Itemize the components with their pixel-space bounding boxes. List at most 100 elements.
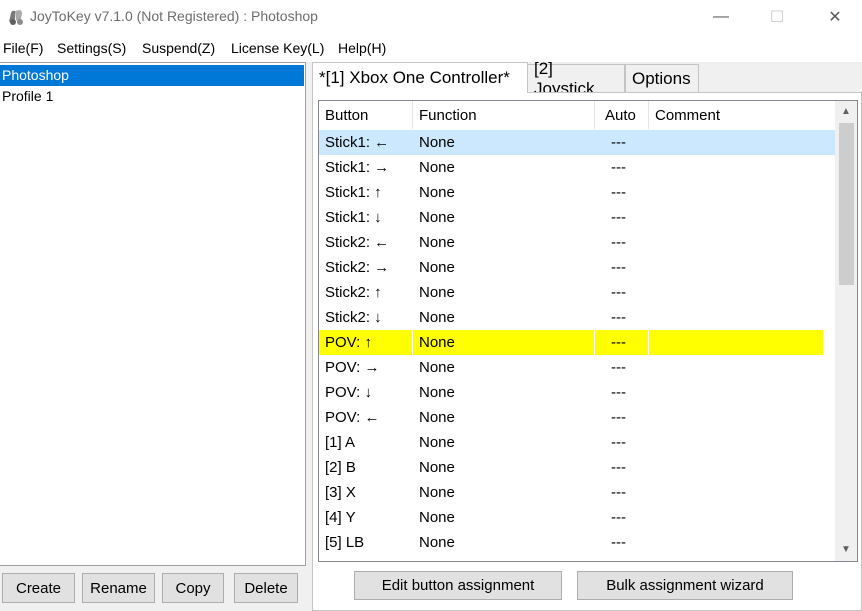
cell-function: None xyxy=(419,434,455,451)
cell-function: None xyxy=(419,159,455,176)
cell-button: Stick1: ← xyxy=(325,134,390,151)
table-header: Button Function Auto Comment xyxy=(319,101,835,129)
menu-bar: File(F) Settings(S) Suspend(Z) License K… xyxy=(0,34,862,62)
cell-comment xyxy=(649,405,823,430)
cell-auto: --- xyxy=(611,309,626,326)
create-button[interactable]: Create xyxy=(2,573,75,603)
minimize-button[interactable]: — xyxy=(692,0,750,34)
tab-xbox-one-controller[interactable]: *[1] Xbox One Controller* xyxy=(312,62,528,93)
cell-button: POV: → xyxy=(325,359,380,376)
tab-joystick[interactable]: [2] Joystick xyxy=(527,59,625,98)
menu-suspend[interactable]: Suspend(Z) xyxy=(142,40,215,56)
table-row[interactable]: Stick1: ↑ None --- xyxy=(319,180,835,205)
delete-button[interactable]: Delete xyxy=(234,573,298,603)
maximize-button[interactable]: ☐ xyxy=(748,0,806,34)
cell-function: None xyxy=(419,359,455,376)
table-row[interactable]: [1] A None --- xyxy=(319,430,835,455)
cell-function: None xyxy=(419,309,455,326)
cell-button: POV: ↓ xyxy=(325,384,372,401)
cell-comment xyxy=(649,505,823,530)
scroll-up-icon[interactable]: ▲ xyxy=(835,101,857,121)
table-row[interactable]: Stick1: ↓ None --- xyxy=(319,205,835,230)
table-row[interactable]: Stick2: ↑ None --- xyxy=(319,280,835,305)
table-row[interactable]: [5] LB None --- xyxy=(319,530,835,555)
cell-auto: --- xyxy=(611,259,626,276)
cell-auto: --- xyxy=(611,209,626,226)
cell-comment xyxy=(649,480,823,505)
cell-auto: --- xyxy=(611,384,626,401)
cell-button: Stick2: → xyxy=(325,259,390,276)
column-header-comment[interactable]: Comment xyxy=(649,101,835,129)
table-row[interactable]: Stick2: ← None --- xyxy=(319,230,835,255)
cell-auto: --- xyxy=(611,459,626,476)
column-header-button[interactable]: Button xyxy=(319,101,413,129)
bulk-assignment-wizard-button[interactable]: Bulk assignment wizard xyxy=(577,571,793,600)
column-header-auto[interactable]: Auto xyxy=(595,101,649,129)
cell-auto: --- xyxy=(611,509,626,526)
menu-license-key[interactable]: License Key(L) xyxy=(231,40,324,56)
cell-button: Stick1: → xyxy=(325,159,390,176)
rename-button[interactable]: Rename xyxy=(82,573,155,603)
cell-comment xyxy=(649,530,823,555)
cell-function: None xyxy=(419,209,455,226)
scrollbar-thumb[interactable] xyxy=(839,123,854,285)
cell-auto: --- xyxy=(611,159,626,176)
table-row[interactable]: POV: ↑ None --- xyxy=(319,330,835,355)
column-header-function[interactable]: Function xyxy=(413,101,595,129)
profile-item-profile-1[interactable]: Profile 1 xyxy=(0,86,304,107)
cell-comment xyxy=(649,455,823,480)
close-icon: ✕ xyxy=(828,9,842,26)
table-row[interactable]: Stick2: ↓ None --- xyxy=(319,305,835,330)
vertical-scrollbar[interactable]: ▲ ▼ xyxy=(835,101,857,561)
joytokey-app-icon xyxy=(9,10,23,25)
window-title: JoyToKey v7.1.0 (Not Registered) : Photo… xyxy=(30,8,318,24)
cell-comment xyxy=(649,180,823,205)
cell-comment xyxy=(649,430,823,455)
cell-button: [5] LB xyxy=(325,534,365,551)
cell-function: None xyxy=(419,534,455,551)
cell-comment xyxy=(649,255,823,280)
cell-comment xyxy=(649,205,823,230)
profile-item-photoshop[interactable]: Photoshop xyxy=(0,65,304,86)
cell-button: Stick1: ↓ xyxy=(325,209,382,226)
table-row[interactable]: [2] B None --- xyxy=(319,455,835,480)
tab-options[interactable]: Options xyxy=(625,64,699,92)
table-row[interactable]: Stick1: → None --- xyxy=(319,155,835,180)
minimize-icon: — xyxy=(713,8,729,25)
cell-comment xyxy=(649,130,823,155)
table-row[interactable]: POV: ← None --- xyxy=(319,405,835,430)
menu-help[interactable]: Help(H) xyxy=(338,40,386,56)
button-assignment-table[interactable]: Button Function Auto Comment Stick1: ← No… xyxy=(318,100,858,562)
profile-list[interactable]: Photoshop Profile 1 xyxy=(0,62,306,566)
menu-file[interactable]: File(F) xyxy=(3,40,43,56)
table-row[interactable]: POV: ↓ None --- xyxy=(319,380,835,405)
cell-function: None xyxy=(419,459,455,476)
cell-button: [4] Y xyxy=(325,509,356,526)
cell-function: None xyxy=(413,330,594,355)
cell-auto: --- xyxy=(611,134,626,151)
cell-comment xyxy=(649,230,823,255)
scroll-down-icon[interactable]: ▼ xyxy=(835,539,857,559)
panel-splitter[interactable] xyxy=(306,62,311,611)
cell-comment xyxy=(649,280,823,305)
cell-comment xyxy=(649,355,823,380)
menu-settings[interactable]: Settings(S) xyxy=(57,40,126,56)
close-button[interactable]: ✕ xyxy=(806,0,862,34)
cell-button: Stick2: ↓ xyxy=(325,309,382,326)
cell-auto: --- xyxy=(611,284,626,301)
cell-comment xyxy=(649,305,823,330)
copy-button[interactable]: Copy xyxy=(162,573,224,603)
cell-function: None xyxy=(419,234,455,251)
cell-auto: --- xyxy=(611,184,626,201)
table-row[interactable]: Stick2: → None --- xyxy=(319,255,835,280)
cell-button: [1] A xyxy=(325,434,356,451)
table-row[interactable]: [4] Y None --- xyxy=(319,505,835,530)
cell-comment xyxy=(649,380,823,405)
edit-button-assignment-button[interactable]: Edit button assignment xyxy=(354,571,562,600)
table-row[interactable]: Stick1: ← None --- xyxy=(319,130,835,155)
cell-button: POV: ← xyxy=(325,409,380,426)
table-row[interactable]: [3] X None --- xyxy=(319,480,835,505)
cell-function: None xyxy=(419,384,455,401)
cell-button: [2] B xyxy=(325,459,356,476)
table-row[interactable]: POV: → None --- xyxy=(319,355,835,380)
